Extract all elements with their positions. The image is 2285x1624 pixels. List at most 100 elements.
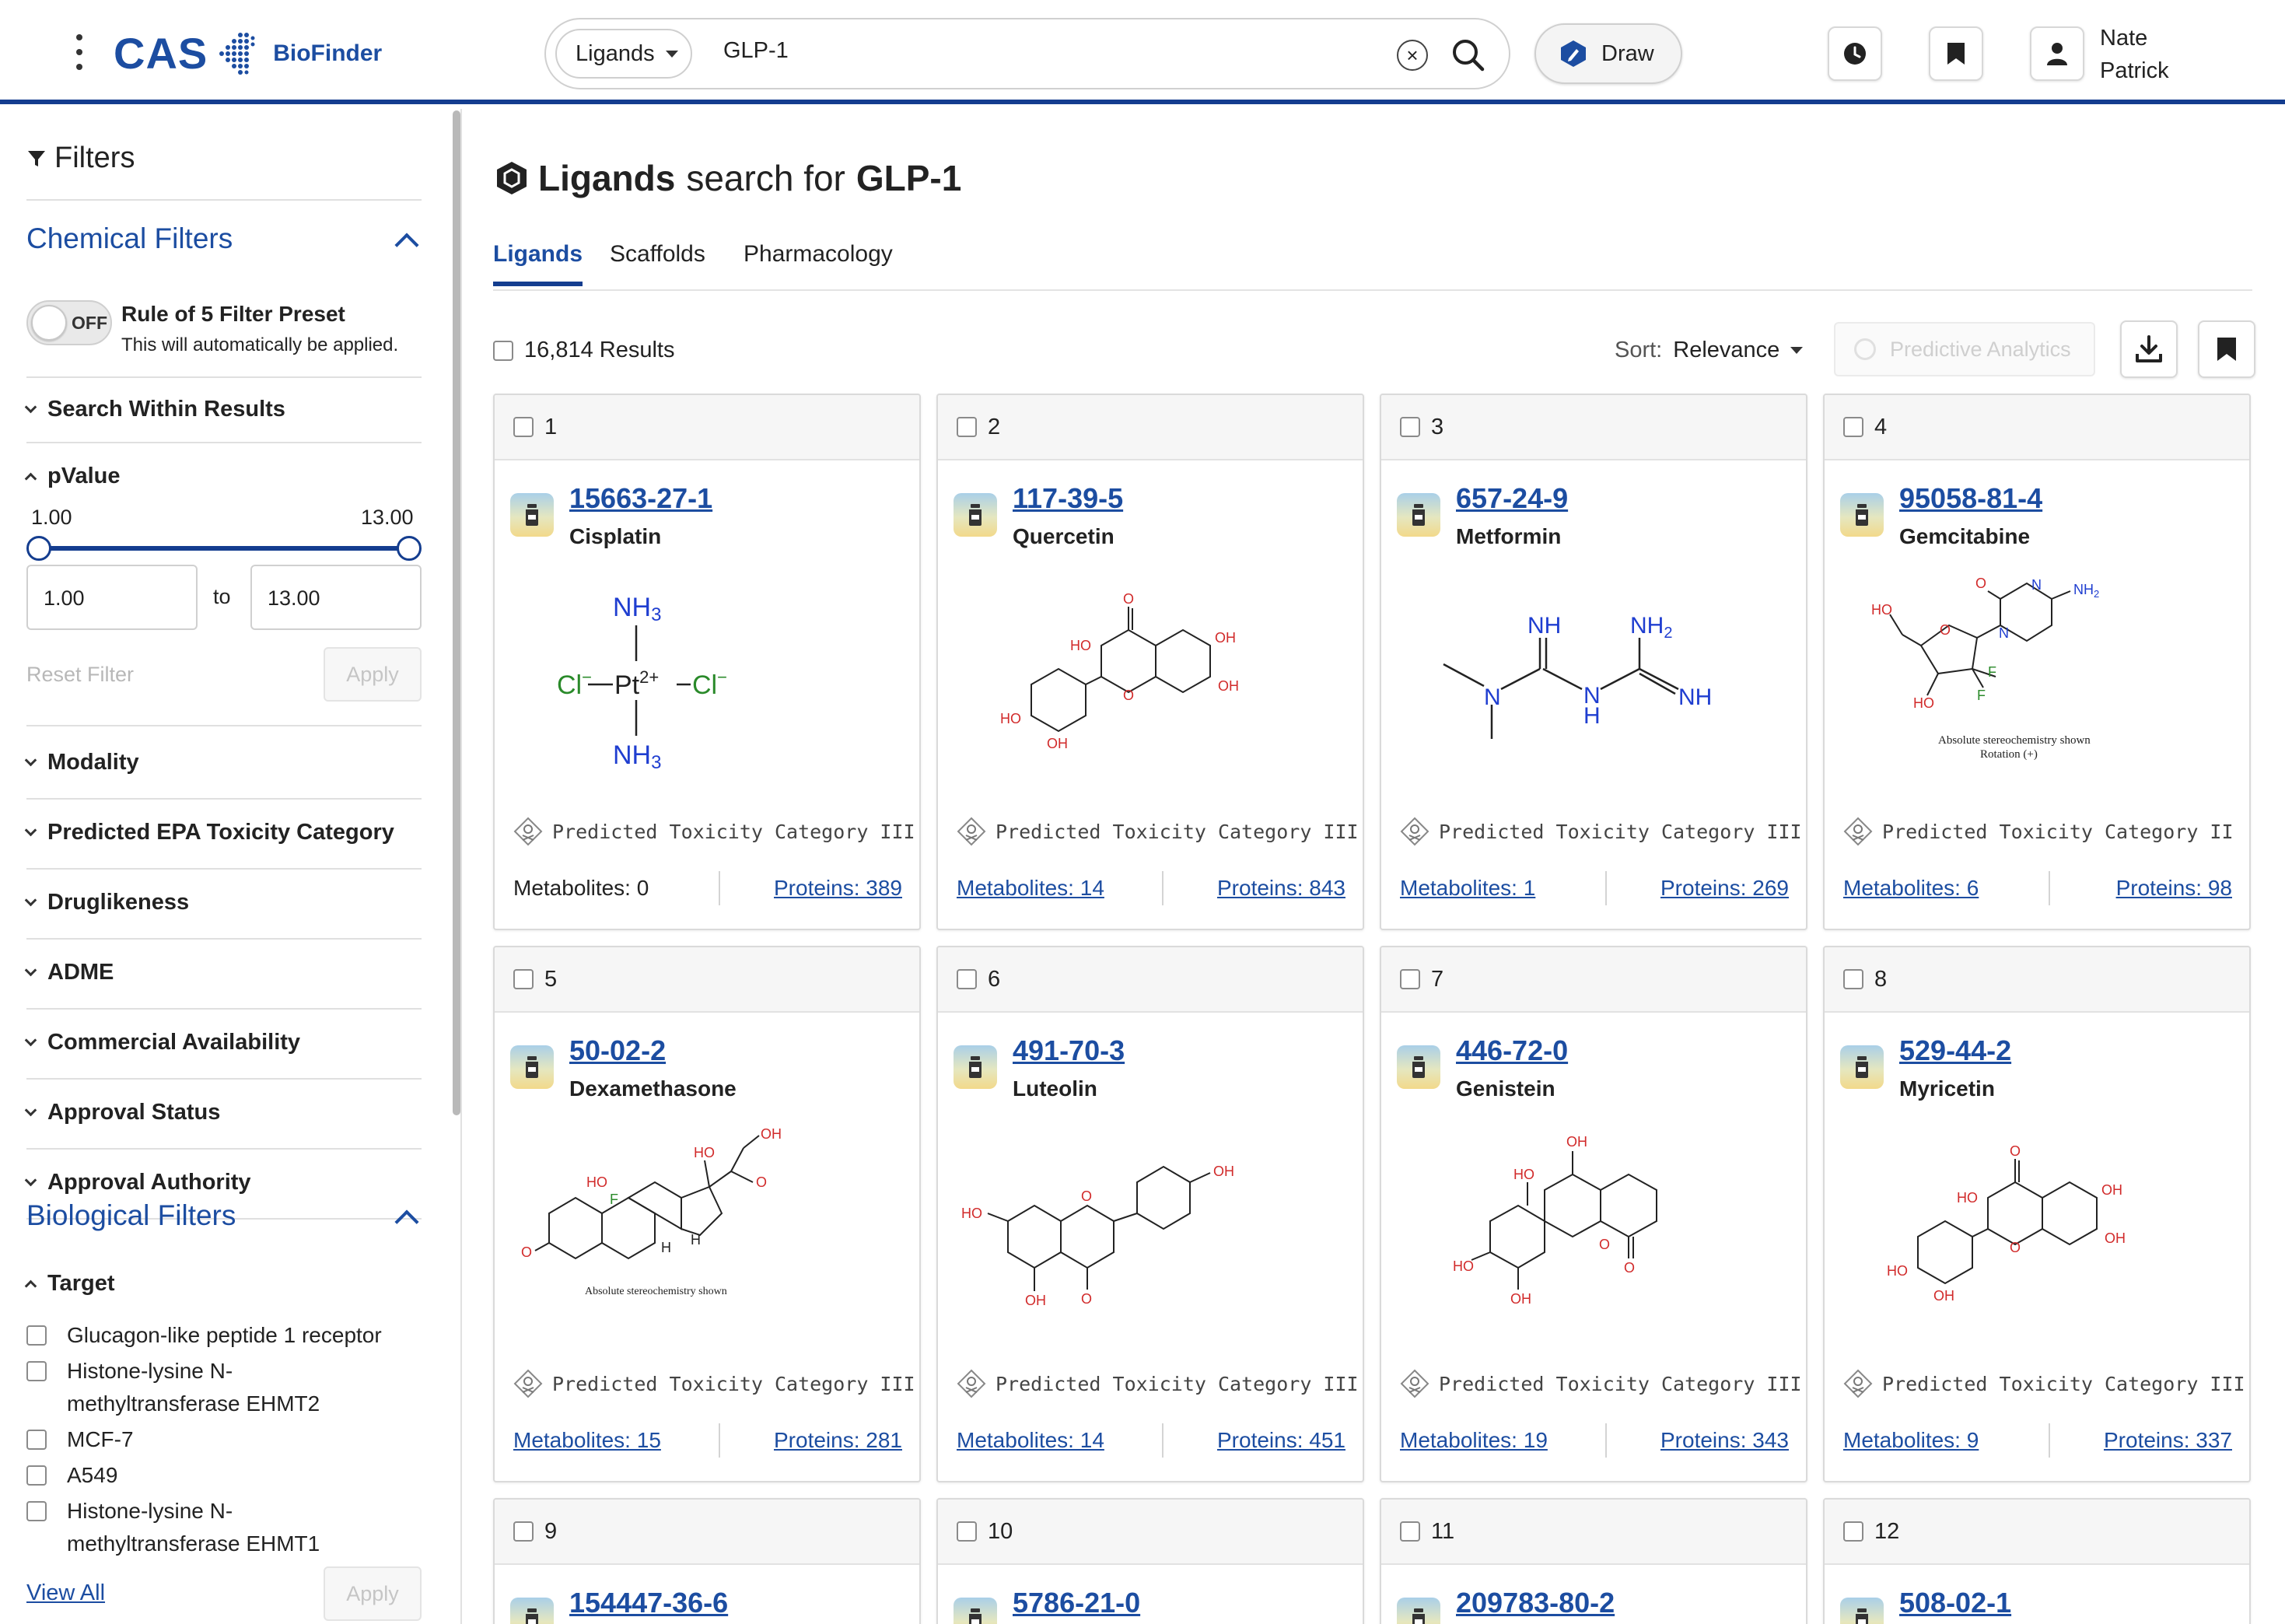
metabolites-link[interactable]: Metabolites: 14 (957, 876, 1104, 901)
pvalue-slider-track[interactable] (39, 546, 409, 551)
target-checkbox[interactable] (26, 1501, 47, 1521)
proteins-link[interactable]: Proteins: 269 (1660, 876, 1789, 901)
ligand-card[interactable]: 1 15663-27-1 Cisplatin NH3 Cl− Pt2+ Cl− NH… (493, 394, 921, 930)
download-button[interactable] (2120, 320, 2178, 378)
target-option[interactable]: A549 (26, 1459, 117, 1492)
card-select-checkbox[interactable] (1843, 1521, 1863, 1542)
cas-registry-link[interactable]: 529-44-2 (1899, 1034, 2011, 1067)
ligand-card[interactable]: 9 154447-36-6 (493, 1498, 921, 1624)
ligand-card[interactable]: 3 657-24-9 Metformin NH NH2 N N H NH Predi… (1380, 394, 1807, 930)
pvalue-from-input[interactable]: 1.00 (26, 565, 198, 630)
pvalue-max-handle[interactable] (397, 536, 422, 561)
search-type-dropdown[interactable]: Ligands (555, 29, 692, 79)
collapsed-filter-toggle[interactable]: Commercial Availability (24, 1030, 422, 1055)
collapsed-filter-toggle[interactable]: Modality (24, 750, 422, 775)
ligand-card[interactable]: 7 446-72-0 Genistein OH HO HO OH O O Predi… (1380, 946, 1807, 1482)
metabolites-link[interactable]: Metabolites: 6 (1843, 876, 1979, 901)
bookmarks-button[interactable] (1929, 26, 1983, 81)
card-select-checkbox[interactable] (957, 417, 977, 437)
metabolites-link[interactable]: Metabolites: 14 (957, 1428, 1104, 1453)
pvalue-filter-toggle[interactable]: pValue (24, 464, 422, 489)
sidebar-scrollbar[interactable] (453, 110, 460, 1115)
ligand-card[interactable]: 11 209783-80-2 (1380, 1498, 1807, 1624)
user-name[interactable]: Nate Patrick (2100, 22, 2169, 87)
proteins-link[interactable]: Proteins: 337 (2104, 1428, 2232, 1453)
target-option[interactable]: MCF-7 (26, 1423, 134, 1456)
proteins-link[interactable]: Proteins: 98 (2116, 876, 2232, 901)
proteins-link[interactable]: Proteins: 281 (774, 1428, 902, 1453)
predictive-analytics-button[interactable]: Predictive Analytics (1834, 322, 2095, 376)
search-icon[interactable] (1448, 35, 1489, 75)
target-checkbox[interactable] (26, 1325, 47, 1346)
cas-registry-link[interactable]: 154447-36-6 (569, 1587, 728, 1619)
tab-pharmacology[interactable]: Pharmacology (744, 241, 893, 282)
metabolites-link[interactable]: Metabolites: 1 (1400, 876, 1535, 901)
rule-of-5-toggle[interactable]: OFF (26, 300, 112, 345)
ligand-card[interactable]: 10 5786-21-0 (936, 1498, 1364, 1624)
target-apply-button[interactable]: Apply (324, 1566, 422, 1621)
proteins-link[interactable]: Proteins: 843 (1217, 876, 1345, 901)
chevron-up-icon[interactable] (394, 233, 419, 257)
pvalue-apply-button[interactable]: Apply (324, 647, 422, 702)
chemical-structure[interactable]: NH3 Cl− Pt2+ Cl− NH3 (510, 560, 907, 793)
chemical-structure[interactable]: OH HO HO OH O O (1397, 1112, 1793, 1346)
draw-button[interactable]: Draw (1534, 23, 1682, 84)
chevron-up-icon[interactable] (394, 1209, 419, 1234)
cas-registry-link[interactable]: 95058-81-4 (1899, 482, 2042, 515)
metabolites-link[interactable]: Metabolites: 15 (513, 1428, 661, 1453)
pvalue-to-input[interactable]: 13.00 (250, 565, 422, 630)
target-option[interactable]: Glucagon-like peptide 1 receptor (26, 1319, 382, 1352)
card-select-checkbox[interactable] (1400, 1521, 1420, 1542)
sort-dropdown[interactable]: Sort: Relevance (1615, 338, 1804, 363)
collapsed-filter-toggle[interactable]: Approval Status (24, 1100, 422, 1125)
search-input[interactable]: GLP-1 (723, 38, 789, 64)
biological-filters-title[interactable]: Biological Filters (26, 1199, 236, 1232)
tab-scaffolds[interactable]: Scaffolds (610, 241, 705, 282)
ligand-card[interactable]: 6 491-70-3 Luteolin O O HO OH OH Predicted… (936, 946, 1364, 1482)
card-select-checkbox[interactable] (957, 969, 977, 989)
card-select-checkbox[interactable] (513, 969, 534, 989)
more-menu-icon[interactable] (68, 34, 90, 70)
collapsed-filter-toggle[interactable]: Predicted EPA Toxicity Category (24, 820, 422, 845)
tab-ligands[interactable]: Ligands (493, 241, 583, 286)
metabolites-link[interactable]: Metabolites: 9 (1843, 1428, 1979, 1453)
card-select-checkbox[interactable] (1843, 417, 1863, 437)
user-avatar-button[interactable] (2030, 26, 2084, 81)
cas-registry-link[interactable]: 508-02-1 (1899, 1587, 2011, 1619)
ligand-card[interactable]: 4 95058-81-4 Gemcitabine HO HO O O N N NH2… (1823, 394, 2251, 930)
collapsed-filter-toggle[interactable]: ADME (24, 960, 422, 985)
chemical-structure[interactable]: O O OH OH HO HO OH (954, 560, 1350, 793)
chemical-structure[interactable]: O HO HO O OH F H H Absolute stereochemis… (510, 1112, 907, 1346)
target-checkbox[interactable] (26, 1430, 47, 1450)
select-all-checkbox[interactable] (493, 340, 513, 361)
chemical-structure[interactable]: HO HO O O N N NH2 F F Absolute stereoche… (1840, 560, 2237, 793)
ligand-card[interactable]: 5 50-02-2 Dexamethasone O HO HO O OH F H H (493, 946, 921, 1482)
chemical-filters-title[interactable]: Chemical Filters (26, 222, 233, 255)
reset-filter-link[interactable]: Reset Filter (26, 663, 134, 687)
cas-registry-link[interactable]: 657-24-9 (1456, 482, 1568, 515)
history-button[interactable] (1828, 26, 1882, 81)
collapsed-filter-toggle[interactable]: Approval Authority (24, 1170, 422, 1195)
cas-registry-link[interactable]: 209783-80-2 (1456, 1587, 1615, 1619)
cas-registry-link[interactable]: 15663-27-1 (569, 482, 712, 515)
chemical-structure[interactable]: O O OH OH HO HO OH (1840, 1112, 2237, 1346)
chemical-structure[interactable]: NH NH2 N N H NH (1397, 560, 1793, 793)
metabolites-link[interactable]: Metabolites: 19 (1400, 1428, 1548, 1453)
target-checkbox[interactable] (26, 1465, 47, 1486)
cas-registry-link[interactable]: 5786-21-0 (1013, 1587, 1140, 1619)
proteins-link[interactable]: Proteins: 389 (774, 876, 902, 901)
target-filter-toggle[interactable]: Target (24, 1271, 422, 1297)
search-within-results-toggle[interactable]: Search Within Results (24, 397, 422, 422)
card-select-checkbox[interactable] (513, 1521, 534, 1542)
ligand-card[interactable]: 12 508-02-1 (1823, 1498, 2251, 1624)
card-select-checkbox[interactable] (957, 1521, 977, 1542)
save-search-button[interactable] (2198, 320, 2255, 378)
chemical-structure[interactable]: O O HO OH OH (954, 1112, 1350, 1346)
card-select-checkbox[interactable] (1843, 969, 1863, 989)
collapsed-filter-toggle[interactable]: Druglikeness (24, 890, 422, 915)
cas-registry-link[interactable]: 117-39-5 (1013, 482, 1123, 515)
ligand-card[interactable]: 2 117-39-5 Quercetin O O OH OH HO HO OH Pr… (936, 394, 1364, 930)
ligand-card[interactable]: 8 529-44-2 Myricetin O O OH OH HO HO OH Pr… (1823, 946, 2251, 1482)
target-checkbox[interactable] (26, 1361, 47, 1381)
cas-registry-link[interactable]: 446-72-0 (1456, 1034, 1568, 1067)
